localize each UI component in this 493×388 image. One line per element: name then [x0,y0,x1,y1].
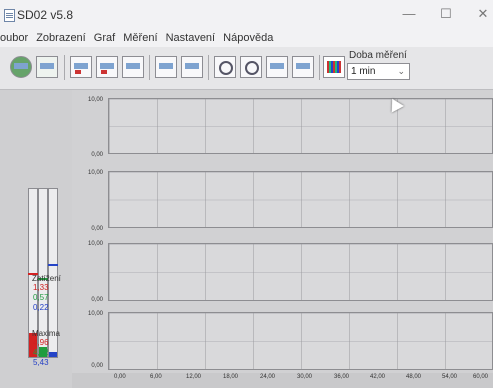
doba-mereni-label: Doba měření [349,50,407,61]
left-panel: Zatížení 1,33 0,57 0,22 Maxima 4,96 4,52… [0,90,72,388]
x-tick-36: 36,00 [334,374,350,380]
maxima-green: 4,52 [33,348,49,357]
minimize-button[interactable]: — [395,4,423,24]
zatizeni-green: 0,57 [33,293,49,302]
open-icon[interactable] [10,56,32,78]
x-tick-0: 0,00 [114,374,126,380]
grid [109,244,492,300]
zatizeni-red: 1,33 [33,283,49,292]
bars-icon[interactable] [323,56,345,78]
app-icon [4,9,15,22]
menu-graf[interactable]: Graf [94,30,115,47]
menu-bar: oubor Zobrazení Graf Měření Nastavení Ná… [0,30,493,47]
chart-4-plot [108,312,493,370]
doba-mereni-value: 1 min [351,66,376,77]
meter-blue-fill [49,352,57,357]
chart-1-plot [108,98,493,154]
chart-1-ymin: 0,00 [91,152,103,158]
x-tick-24: 24,00 [260,374,276,380]
chart-1-ymax: 10,00 [87,97,103,103]
chart-3-ymin: 0,00 [91,297,103,303]
close-button[interactable]: ✕ [469,4,493,24]
scroll-left-icon[interactable] [266,56,288,78]
toolbar-separator [208,55,209,80]
grid [109,99,492,153]
toolbar [0,47,493,90]
chart-2: 10,00 0,00 [72,163,493,238]
menu-zobrazeni[interactable]: Zobrazení [36,30,86,47]
chart-1: 10,00 0,00 [72,90,493,163]
grid [109,313,492,369]
chart-3-plot [108,243,493,301]
menu-napoveda[interactable]: Nápověda [223,30,273,47]
doba-mereni-select[interactable]: 1 min ⌄ [347,63,410,80]
x-tick-12: 12,00 [186,374,202,380]
x-tick-54: 54,00 [442,374,458,380]
maxima-blue: 5,43 [33,358,49,367]
grid [109,172,492,227]
chart-2-plot [108,171,493,228]
x-tick-48: 48,00 [406,374,422,380]
maxima-red: 4,96 [33,338,49,347]
zatizeni-label: Zatížení [32,274,61,283]
menu-nastaveni[interactable]: Nastavení [166,30,216,47]
menu-mereni[interactable]: Měření [123,30,157,47]
x-tick-60: 60,00 [473,374,489,380]
save-icon[interactable] [36,56,58,78]
x-tick-6: 6,00 [150,374,162,380]
chart-2-ymax: 10,00 [87,170,103,176]
chart-2-ymin: 0,00 [91,226,103,232]
chart-4-ymax: 10,00 [87,311,103,317]
x-tick-18: 18,00 [223,374,239,380]
toolbar-separator [64,55,65,80]
chart-3: 10,00 0,00 [72,238,493,308]
zoom-out-icon[interactable] [240,56,262,78]
title-bar: SD02 v5.8 — ☐ ✕ [0,0,493,30]
chart-lines-icon[interactable] [122,56,144,78]
window-title: SD02 v5.8 [17,8,74,22]
menu-soubor[interactable]: oubor [0,30,28,47]
meter-blue-max [48,264,58,266]
chart-3-ymax: 10,00 [87,241,103,247]
chart-wave-icon[interactable] [155,56,177,78]
zoom-in-icon[interactable] [214,56,236,78]
scroll-right-icon[interactable] [292,56,314,78]
chart-4-ymin: 0,00 [91,363,103,369]
x-tick-30: 30,00 [297,374,313,380]
chart-red-dark-icon[interactable] [96,56,118,78]
x-tick-42: 42,00 [370,374,386,380]
x-axis: 0,00 6,00 12,00 18,00 24,00 30,00 36,00 … [114,374,493,386]
toolbar-separator [319,55,320,80]
toolbar-separator [149,55,150,80]
chart-red-icon[interactable] [70,56,92,78]
maxima-label: Maxima [32,329,61,338]
maximize-button[interactable]: ☐ [432,4,460,24]
chevron-down-icon[interactable]: ⌄ [397,64,405,79]
chart-4: 10,00 0,00 [72,308,493,373]
chart-stack-icon[interactable] [181,56,203,78]
zatizeni-blue: 0,22 [33,303,49,312]
